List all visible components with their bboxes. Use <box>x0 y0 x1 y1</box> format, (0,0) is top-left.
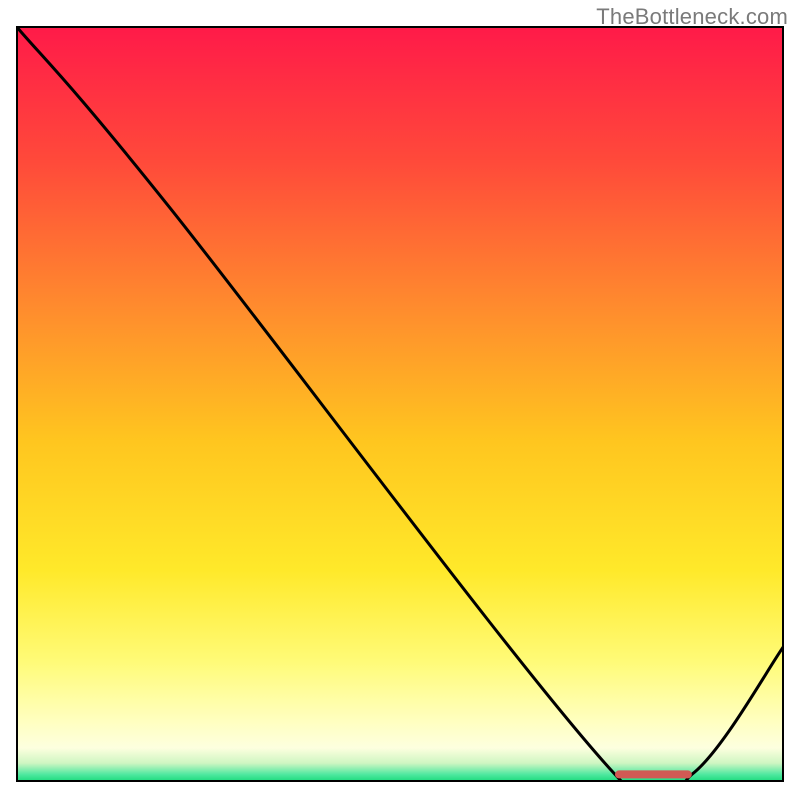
heatmap-background <box>16 26 784 782</box>
plot-area <box>16 26 784 782</box>
chart-container: TheBottleneck.com <box>0 0 800 800</box>
chart-svg <box>16 26 784 782</box>
optimum-marker <box>615 770 692 778</box>
